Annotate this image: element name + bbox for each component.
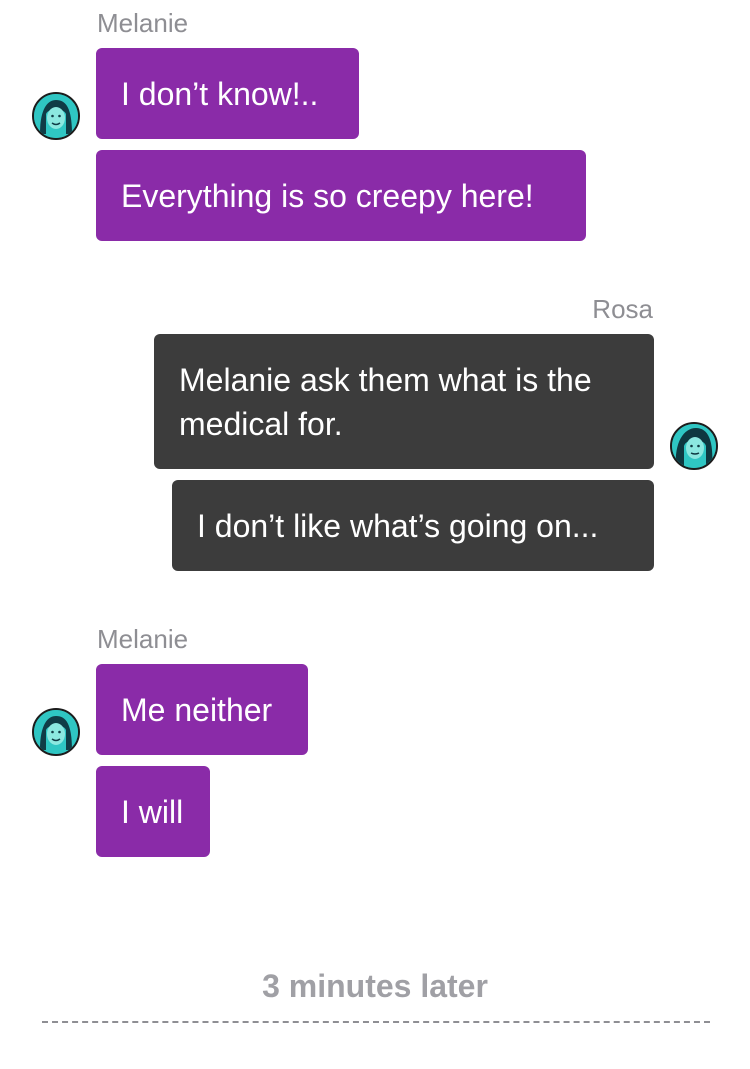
time-divider-label: 3 minutes later <box>262 968 488 1004</box>
message-bubble[interactable]: I will <box>96 766 210 857</box>
message-text: Melanie ask them what is the medical for… <box>179 362 592 442</box>
message-text: I will <box>121 794 184 830</box>
melanie-avatar-icon[interactable] <box>32 708 80 756</box>
message-text: I don’t like what’s going on... <box>197 508 599 544</box>
rosa-avatar-icon[interactable] <box>670 422 718 470</box>
message-bubble[interactable]: I don’t know!.. <box>96 48 359 139</box>
message-bubble[interactable]: Melanie ask them what is the medical for… <box>154 334 654 469</box>
message-bubble[interactable]: Me neither <box>96 664 308 755</box>
chat-transcript: Melanie I don’t know!.. Everything is so… <box>0 0 750 1069</box>
message-text: I don’t know!.. <box>121 76 319 112</box>
message-text: Everything is so creepy here! <box>121 178 534 214</box>
message-bubble[interactable]: I don’t like what’s going on... <box>172 480 654 571</box>
message-text: Me neither <box>121 692 273 728</box>
sender-name: Rosa <box>592 294 653 324</box>
time-divider-line <box>42 1021 710 1023</box>
sender-name: Melanie <box>97 8 189 38</box>
melanie-avatar-icon[interactable] <box>32 92 80 140</box>
sender-name: Melanie <box>97 624 189 654</box>
message-bubble[interactable]: Everything is so creepy here! <box>96 150 586 241</box>
